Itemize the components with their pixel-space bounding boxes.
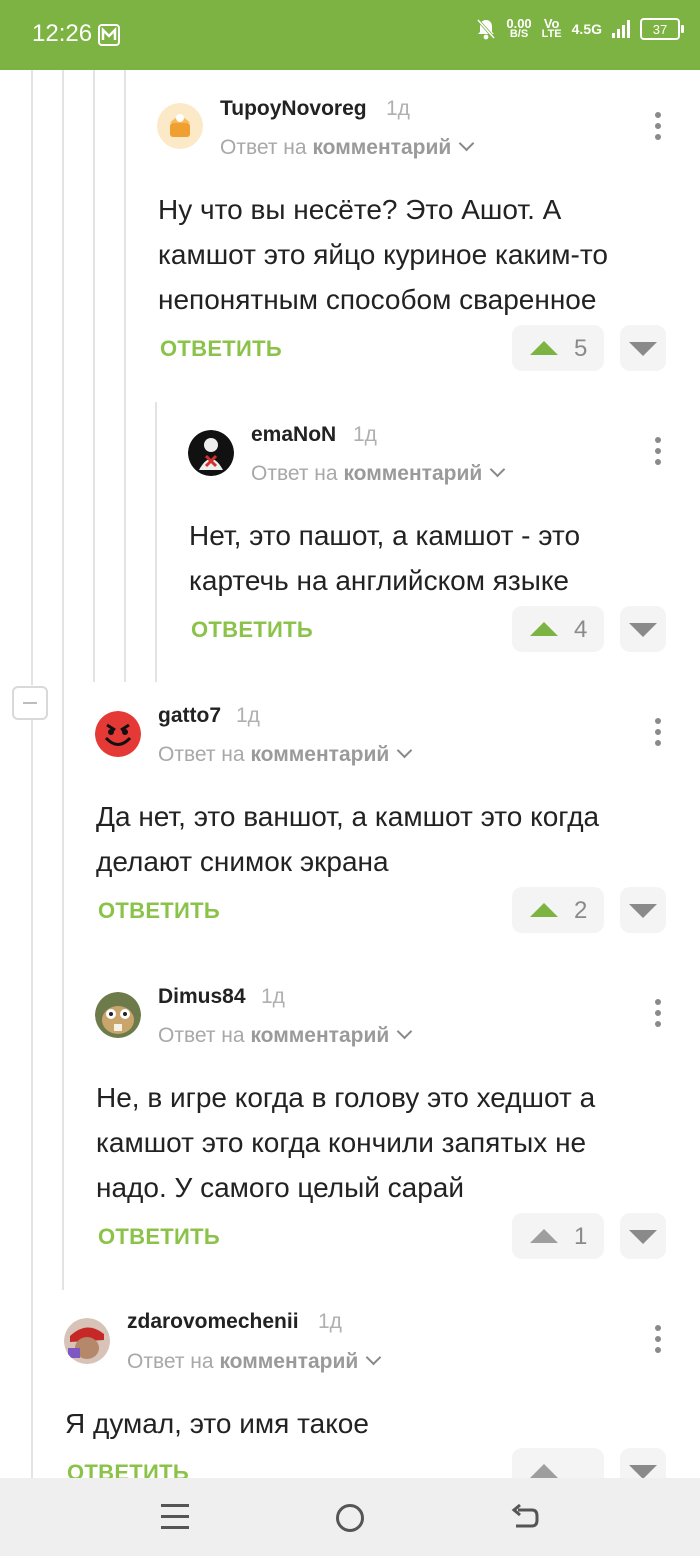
reply-button[interactable]: ОТВЕТИТЬ [191, 617, 313, 643]
reply-to[interactable]: Ответ на комментарий [251, 461, 506, 486]
comment-author[interactable]: Dimus84 [158, 985, 246, 1009]
arrow-up-icon [530, 341, 558, 355]
thread-line [31, 720, 33, 1478]
mute-bell-icon [477, 19, 496, 40]
chevron-down-icon [396, 1023, 413, 1040]
upvote-button[interactable]: 2 [512, 887, 604, 933]
comment-age: 1д [261, 985, 285, 1008]
collapse-thread-button[interactable] [12, 686, 48, 720]
thread-line [31, 70, 33, 685]
thread-line [124, 70, 126, 682]
more-vertical-icon[interactable] [654, 437, 662, 469]
arrow-down-icon [629, 342, 657, 356]
status-bar: 12:26 0.00 B/S Vo LTE 4.5G 37 [0, 0, 700, 70]
net-speed: 0.00 B/S [506, 16, 532, 40]
reply-target-link[interactable]: комментарий [343, 462, 482, 485]
avatar[interactable] [188, 430, 234, 476]
avatar[interactable] [64, 1318, 110, 1364]
menu-icon[interactable] [161, 1504, 189, 1530]
battery-icon: 37 [640, 18, 684, 40]
comment-age: 1д [386, 97, 410, 120]
comment-age: 1д [236, 704, 260, 727]
vote-count: 2 [574, 897, 588, 924]
comment-author[interactable]: emaNoN [251, 423, 336, 447]
avatar[interactable] [95, 711, 141, 757]
reply-target-link[interactable]: комментарий [219, 1350, 358, 1373]
reply-button[interactable]: ОТВЕТИТЬ [160, 336, 282, 362]
reply-button[interactable]: ОТВЕТИТЬ [98, 1224, 220, 1250]
network-type: 4.5G [571, 21, 602, 37]
reply-to[interactable]: Ответ на комментарий [220, 135, 475, 160]
vote-count: 1 [574, 1223, 588, 1250]
comment-text: Не, в игре когда в голову это хедшот а к… [96, 1082, 596, 1203]
chevron-down-icon [489, 461, 506, 478]
downvote-button[interactable] [620, 606, 666, 652]
upvote-button[interactable]: 4 [512, 606, 604, 652]
arrow-up-icon [530, 1229, 558, 1243]
arrow-up-icon [530, 622, 558, 636]
comment-author[interactable]: TupoyNovoreg [220, 97, 367, 121]
downvote-button[interactable] [620, 887, 666, 933]
comment-text: Нет, это пашот, а камшот - это картечь н… [189, 520, 581, 596]
reply-target-link[interactable]: комментарий [250, 743, 389, 766]
reply-button[interactable]: ОТВЕТИТЬ [98, 898, 220, 924]
volte-indicator: Vo LTE [541, 16, 562, 40]
thread-line [93, 70, 95, 682]
comment-text: Да нет, это ваншот, а камшот это когда д… [96, 801, 600, 877]
reply-target-link[interactable]: комментарий [312, 136, 451, 159]
arrow-down-icon [629, 623, 657, 637]
more-vertical-icon[interactable] [654, 112, 662, 144]
comment-age: 1д [318, 1310, 342, 1333]
vote-count: 5 [574, 335, 588, 362]
notification-app-icon [98, 24, 120, 46]
downvote-button[interactable] [620, 1213, 666, 1259]
more-vertical-icon[interactable] [654, 1325, 662, 1357]
reply-target-link[interactable]: комментарий [250, 1024, 389, 1047]
home-icon[interactable] [336, 1504, 364, 1532]
comment-text: Ну что вы несёте? Это Ашот. А камшот это… [158, 194, 608, 315]
reply-to[interactable]: Ответ на комментарий [158, 1023, 413, 1048]
arrow-down-icon [629, 1465, 657, 1479]
chevron-down-icon [396, 742, 413, 759]
vote-count: 4 [574, 616, 588, 643]
signal-icon [612, 20, 630, 38]
arrow-up-icon [530, 1464, 558, 1478]
status-time: 12:26 [32, 20, 93, 47]
upvote-button[interactable]: 1 [512, 1213, 604, 1259]
comment-author[interactable]: gatto7 [158, 704, 221, 728]
arrow-down-icon [629, 1230, 657, 1244]
comment-author[interactable]: zdarovomechenii [127, 1310, 299, 1334]
reply-to[interactable]: Ответ на комментарий [158, 742, 413, 767]
more-vertical-icon[interactable] [654, 999, 662, 1031]
arrow-down-icon [629, 904, 657, 918]
more-vertical-icon[interactable] [654, 718, 662, 750]
comment-text: Я думал, это имя такое [65, 1408, 369, 1439]
chevron-down-icon [458, 135, 475, 152]
arrow-up-icon [530, 903, 558, 917]
back-icon[interactable] [510, 1502, 540, 1532]
avatar[interactable] [157, 103, 203, 149]
chevron-down-icon [365, 1349, 382, 1366]
upvote-button[interactable]: 5 [512, 325, 604, 371]
downvote-button[interactable] [620, 325, 666, 371]
system-nav-bar [0, 1478, 700, 1556]
reply-to[interactable]: Ответ на комментарий [127, 1349, 382, 1374]
thread-line [155, 402, 157, 682]
thread-line [62, 70, 64, 1290]
avatar[interactable] [95, 992, 141, 1038]
comment-age: 1д [353, 423, 377, 446]
